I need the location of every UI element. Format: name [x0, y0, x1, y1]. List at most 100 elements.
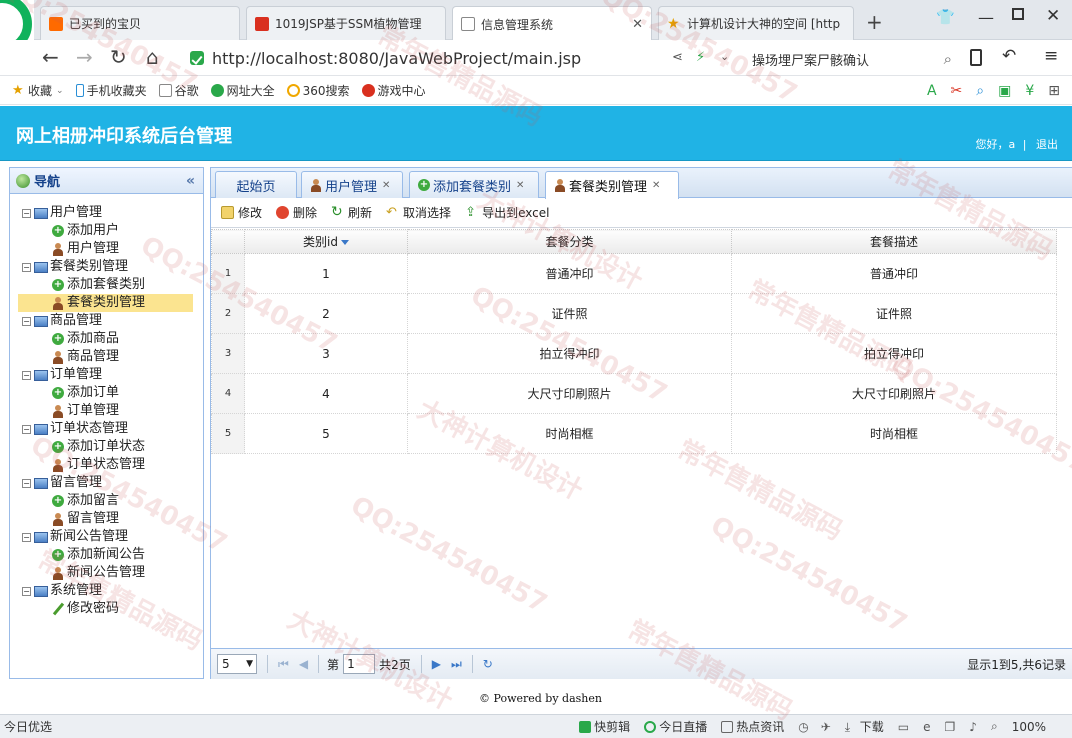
collapse-toggle-icon[interactable]: − — [22, 370, 31, 380]
logout-link[interactable]: 退出 — [1036, 138, 1058, 151]
search-icon[interactable]: ⌕ — [944, 50, 952, 68]
cancel-select-button[interactable]: ↶ 取消选择 — [386, 204, 451, 221]
browser-tab-1[interactable]: 已买到的宝贝 — [40, 6, 240, 40]
sound-icon[interactable]: ♪ — [969, 720, 977, 734]
table-row[interactable]: 3 3 拍立得冲印 拍立得冲印 — [211, 333, 1057, 374]
tab-add-package-category[interactable]: + 添加套餐类别 ✕ — [409, 171, 539, 198]
back-icon[interactable]: ← — [42, 46, 59, 68]
tree-group[interactable]: − 留言管理 — [22, 474, 203, 492]
collapse-toggle-icon[interactable]: − — [22, 478, 31, 488]
bookmark-daquan[interactable]: 网址大全 — [210, 82, 275, 99]
sidebar-item[interactable]: + 添加用户 — [22, 222, 203, 240]
bookmark-games[interactable]: 游戏中心 — [361, 82, 426, 99]
tree-group[interactable]: − 新闻公告管理 — [22, 528, 203, 546]
sidebar-item[interactable]: + 添加订单状态 — [22, 438, 203, 456]
window-icon[interactable]: ▭ — [898, 720, 909, 734]
browser-tab-3[interactable]: 信息管理系统 ✕ — [452, 6, 652, 41]
cell-category[interactable]: 时尚相框 — [407, 413, 732, 454]
bookmark-360[interactable]: 360搜索 — [286, 82, 350, 99]
page-size-select[interactable]: 5 ▼ — [217, 654, 257, 674]
tab-user-management[interactable]: 用户管理 ✕ — [301, 171, 403, 198]
ie-icon[interactable]: e — [923, 720, 930, 734]
cell-id[interactable]: 3 — [244, 333, 408, 374]
next-page-icon[interactable]: ▶ — [432, 657, 441, 671]
collapse-toggle-icon[interactable]: − — [22, 262, 31, 272]
chevron-down-icon[interactable]: ⌄ — [720, 50, 729, 63]
sidebar-item[interactable]: + 添加留言 — [22, 492, 203, 510]
browser-tab-2[interactable]: 1019JSP基于SSM植物管理 — [246, 6, 446, 40]
speed-icon[interactable]: ◷ — [798, 720, 808, 734]
cell-category[interactable]: 普通冲印 — [407, 253, 732, 294]
sidebar-item[interactable]: + 添加商品 — [22, 330, 203, 348]
search-input[interactable]: 操场埋尸案尸骸确认 ⌕ — [752, 48, 952, 70]
shirt-icon[interactable]: 👕 — [936, 8, 955, 26]
cell-id[interactable]: 1 — [244, 253, 408, 294]
bookmark-mobile[interactable]: 手机收藏夹 — [75, 82, 147, 99]
sidebar-item[interactable]: 商品管理 — [22, 348, 203, 366]
zoom-icon[interactable]: ⌕ — [991, 719, 998, 734]
sidebar-item[interactable]: 修改密码 — [22, 600, 203, 618]
status-news[interactable]: 热点资讯 — [721, 718, 784, 735]
cell-description[interactable]: 大尺寸印刷照片 — [731, 373, 1057, 414]
sidebar-item[interactable]: 用户管理 — [22, 240, 203, 258]
tab-package-category-management[interactable]: 套餐类别管理 ✕ — [545, 171, 679, 199]
cell-id[interactable]: 2 — [244, 293, 408, 334]
tree-group[interactable]: − 商品管理 — [22, 312, 203, 330]
sidebar-item[interactable]: 订单状态管理 — [22, 456, 203, 474]
delete-button[interactable]: 删除 — [276, 204, 317, 221]
sidebar-item[interactable]: + 添加新闻公告 — [22, 546, 203, 564]
column-header-id[interactable]: 类别id — [244, 229, 408, 254]
tree-group[interactable]: − 订单状态管理 — [22, 420, 203, 438]
column-header-category[interactable]: 套餐分类 — [407, 229, 732, 254]
scissors-icon[interactable]: ✂ — [951, 83, 963, 99]
sidebar-item[interactable]: 留言管理 — [22, 510, 203, 528]
sidebar-item[interactable]: + 添加套餐类别 — [22, 276, 203, 294]
magnifier-icon[interactable]: ⌕ — [976, 83, 984, 99]
status-quick-edit[interactable]: 快剪辑 — [579, 718, 630, 735]
forward-icon[interactable]: → — [76, 46, 93, 68]
bookmark-favorites[interactable]: ★ 收藏 ⌄ — [12, 82, 64, 99]
tree-group[interactable]: − 用户管理 — [22, 204, 203, 222]
close-icon[interactable]: ✕ — [516, 180, 524, 191]
tab-start-page[interactable]: 起始页 — [215, 171, 297, 198]
new-tab-button[interactable]: + — [866, 10, 883, 34]
copy-icon[interactable]: ❐ — [945, 720, 956, 734]
minimize-icon[interactable]: — — [978, 8, 994, 27]
refresh-button[interactable]: ↻ 刷新 — [331, 204, 372, 221]
bookmark-google[interactable]: 谷歌 — [158, 82, 199, 99]
browser-tab-4[interactable]: ★ 计算机设计大神的空间 [http — [658, 6, 854, 40]
collapse-toggle-icon[interactable]: − — [22, 316, 31, 326]
cell-description[interactable]: 证件照 — [731, 293, 1057, 334]
cell-description[interactable]: 普通冲印 — [731, 253, 1057, 294]
undo-icon[interactable]: ↶ — [1002, 46, 1016, 66]
table-row[interactable]: 2 2 证件照 证件照 — [211, 293, 1057, 334]
table-row[interactable]: 1 1 普通冲印 普通冲印 — [211, 253, 1057, 294]
grid-icon[interactable]: ⊞ — [1048, 83, 1060, 99]
sidebar-item[interactable]: 订单管理 — [22, 402, 203, 420]
collapse-toggle-icon[interactable]: − — [22, 586, 31, 596]
sidebar-item[interactable]: + 添加订单 — [22, 384, 203, 402]
close-icon[interactable]: ✕ — [382, 180, 390, 191]
cell-category[interactable]: 拍立得冲印 — [407, 333, 732, 374]
cell-category[interactable]: 大尺寸印刷照片 — [407, 373, 732, 414]
sidebar-item[interactable]: 套餐类别管理 — [18, 294, 193, 312]
tree-group[interactable]: − 订单管理 — [22, 366, 203, 384]
phone-icon[interactable] — [970, 49, 982, 66]
close-icon[interactable]: ✕ — [652, 180, 660, 191]
reload-icon[interactable]: ↻ — [483, 657, 493, 671]
status-live[interactable]: 今日直播 — [644, 718, 707, 735]
url-field[interactable]: http://localhost:8080/JavaWebProject/mai… — [190, 45, 730, 71]
status-download[interactable]: ⤓ 下载 — [845, 718, 884, 735]
zoom-level[interactable]: 100% — [1012, 720, 1046, 734]
tree-group[interactable]: − 套餐类别管理 — [22, 258, 203, 276]
home-icon[interactable]: ⌂ — [146, 46, 159, 68]
tree-group[interactable]: − 系统管理 — [22, 582, 203, 600]
menu-icon[interactable]: ≡ — [1044, 46, 1058, 66]
table-row[interactable]: 4 4 大尺寸印刷照片 大尺寸印刷照片 — [211, 373, 1057, 414]
window-close-icon[interactable]: ✕ — [1046, 6, 1060, 26]
lightning-icon[interactable]: ⚡ — [696, 50, 705, 65]
translate-icon[interactable]: A — [927, 83, 937, 99]
first-page-icon[interactable]: ⏮ — [278, 657, 289, 672]
export-excel-button[interactable]: ⇪ 导出到excel — [465, 204, 549, 221]
column-header-description[interactable]: 套餐描述 — [731, 229, 1057, 254]
